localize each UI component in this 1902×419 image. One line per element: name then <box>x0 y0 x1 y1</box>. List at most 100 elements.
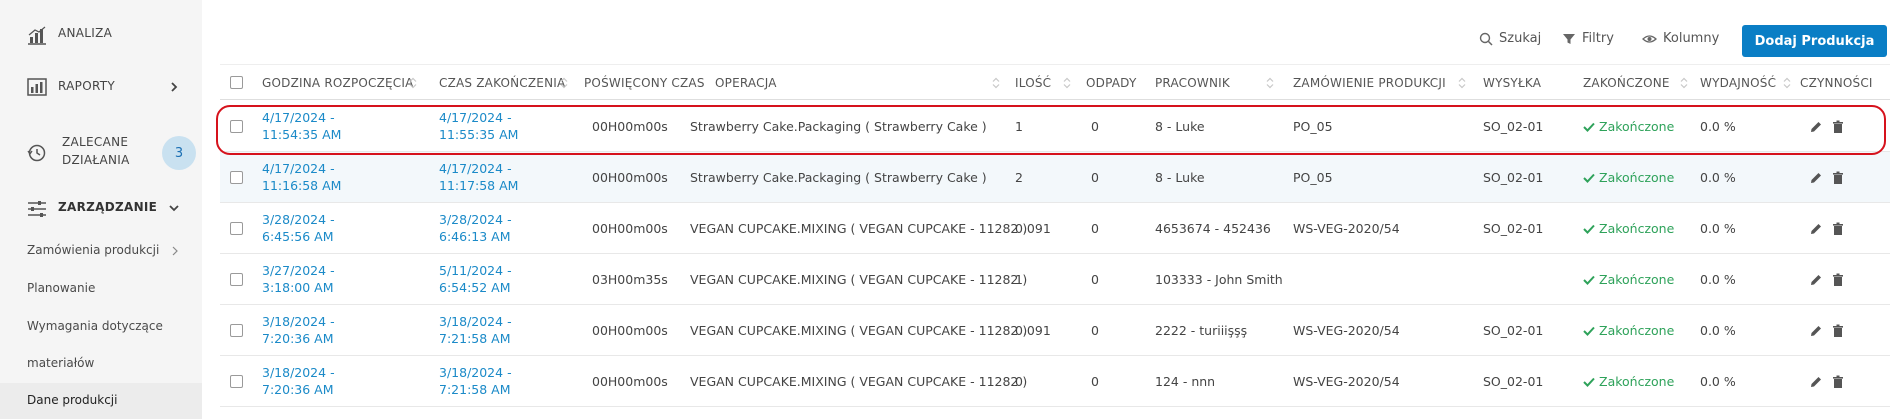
sort-icon[interactable] <box>992 77 1000 89</box>
edit-icon[interactable] <box>1809 375 1823 389</box>
row-checkbox[interactable] <box>230 120 243 133</box>
end-time[interactable]: 7:21:58 AM <box>439 330 511 347</box>
row-checkbox[interactable] <box>230 171 243 184</box>
sort-icon[interactable] <box>560 77 568 89</box>
sort-icon[interactable] <box>1783 77 1791 89</box>
sort-icon[interactable] <box>1266 77 1274 89</box>
start-time[interactable]: 11:54:35 AM <box>262 126 341 143</box>
columns-button[interactable]: Kolumny <box>1642 31 1719 46</box>
table-row[interactable]: 3/27/2024 - 3:18:00 AM 5/11/2024 - 6:54:… <box>220 254 1890 305</box>
nav-item-raporty[interactable]: RAPORTY <box>0 76 202 98</box>
edit-icon[interactable] <box>1809 222 1823 236</box>
table-row[interactable]: 3/18/2024 - 7:20:36 AM 3/18/2024 - 7:21:… <box>220 305 1890 356</box>
end-date[interactable]: 4/17/2024 - <box>439 109 512 126</box>
end-time[interactable]: 11:17:58 AM <box>439 177 518 194</box>
sub-item-materialow[interactable]: materiałów <box>27 356 94 370</box>
edit-icon[interactable] <box>1809 171 1823 185</box>
col-header-time[interactable]: POŚWIĘCONY CZAS <box>584 76 705 90</box>
nav-item-zalecane[interactable]: ZALECANE DZIAŁANIA 3 <box>0 132 202 172</box>
row-checkbox[interactable] <box>230 222 243 235</box>
select-all-checkbox[interactable] <box>230 76 243 89</box>
end-time[interactable]: 6:46:13 AM <box>439 228 511 245</box>
col-header-worker[interactable]: PRACOWNIK <box>1155 76 1230 90</box>
start-date[interactable]: 3/27/2024 - <box>262 262 335 279</box>
search-button[interactable]: Szukaj <box>1479 31 1541 46</box>
shipping: SO_02-01 <box>1483 119 1544 134</box>
start-date[interactable]: 3/28/2024 - <box>262 211 335 228</box>
delete-icon[interactable] <box>1831 324 1845 338</box>
table-row[interactable]: 4/17/2024 - 11:54:35 AM 4/17/2024 - 11:5… <box>220 101 1890 152</box>
sub-item-planowanie[interactable]: Planowanie <box>27 281 95 295</box>
col-header-efficiency[interactable]: WYDAJNOŚĆ <box>1700 76 1776 90</box>
search-icon <box>1479 32 1493 46</box>
end-date[interactable]: 5/11/2024 - <box>439 262 512 279</box>
col-header-end[interactable]: CZAS ZAKOŃCZENIA <box>439 76 565 90</box>
end-time[interactable]: 6:54:52 AM <box>439 279 511 296</box>
status-label: Zakończone <box>1599 323 1675 338</box>
delete-icon[interactable] <box>1831 120 1845 134</box>
status-label: Zakończone <box>1599 119 1675 134</box>
time-spent: 00H00m00s <box>592 119 668 134</box>
table-row[interactable]: 3/28/2024 - 6:45:56 AM 3/28/2024 - 6:46:… <box>220 203 1890 254</box>
notification-badge: 3 <box>162 136 196 170</box>
row-checkbox[interactable] <box>230 324 243 337</box>
sort-icon[interactable] <box>1458 77 1466 89</box>
start-time[interactable]: 11:16:58 AM <box>262 177 341 194</box>
start-date[interactable]: 4/17/2024 - <box>262 160 335 177</box>
operation: VEGAN CUPCAKE.MIXING ( VEGAN CUPCAKE - 1… <box>690 374 1028 389</box>
col-header-qty[interactable]: ILOŚĆ <box>1015 76 1051 90</box>
delete-icon[interactable] <box>1831 273 1845 287</box>
status-badge: Zakończone <box>1583 220 1674 237</box>
sort-icon[interactable] <box>409 77 417 89</box>
status-badge: Zakończone <box>1583 322 1674 339</box>
col-header-done[interactable]: ZAKOŃCZONE <box>1583 76 1670 90</box>
bar-chart-icon <box>28 26 46 45</box>
check-icon <box>1583 275 1595 285</box>
edit-icon[interactable] <box>1809 120 1823 134</box>
production-order: PO_05 <box>1293 119 1333 134</box>
sub-item-dane-produkcji[interactable]: Dane produkcji <box>27 393 117 407</box>
start-date[interactable]: 4/17/2024 - <box>262 109 335 126</box>
start-time[interactable]: 7:20:36 AM <box>262 330 334 347</box>
end-date[interactable]: 3/18/2024 - <box>439 364 512 381</box>
start-time[interactable]: 3:18:00 AM <box>262 279 334 296</box>
quantity: 1 <box>1015 119 1023 134</box>
sort-icon[interactable] <box>1063 77 1071 89</box>
shipping: SO_02-01 <box>1483 323 1544 338</box>
sub-item-zamowienia[interactable]: Zamówienia produkcji <box>27 243 159 257</box>
start-time[interactable]: 7:20:36 AM <box>262 381 334 398</box>
delete-icon[interactable] <box>1831 222 1845 236</box>
col-header-operation[interactable]: OPERACJA <box>715 76 777 90</box>
delete-icon[interactable] <box>1831 171 1845 185</box>
sort-icon[interactable] <box>1680 77 1688 89</box>
start-time[interactable]: 6:45:56 AM <box>262 228 334 245</box>
sub-item-wymagania[interactable]: Wymagania dotyczące <box>27 319 163 333</box>
efficiency: 0.0 % <box>1700 323 1736 338</box>
row-checkbox[interactable] <box>230 273 243 286</box>
col-header-waste[interactable]: ODPADY <box>1086 76 1136 90</box>
nav-item-zarzadzanie[interactable]: ZARZĄDZANIE <box>0 198 202 218</box>
end-date[interactable]: 3/18/2024 - <box>439 313 512 330</box>
table-row[interactable]: 3/18/2024 - 7:20:36 AM 3/18/2024 - 7:21:… <box>220 356 1890 407</box>
add-production-button[interactable]: Dodaj Produkcja <box>1742 25 1887 57</box>
row-checkbox[interactable] <box>230 375 243 388</box>
end-date[interactable]: 4/17/2024 - <box>439 160 512 177</box>
start-date[interactable]: 3/18/2024 - <box>262 364 335 381</box>
end-time[interactable]: 7:21:58 AM <box>439 381 511 398</box>
col-header-shipping[interactable]: WYSYŁKA <box>1483 76 1541 90</box>
delete-icon[interactable] <box>1831 375 1845 389</box>
start-date[interactable]: 3/18/2024 - <box>262 313 335 330</box>
chevron-right-icon <box>171 82 178 92</box>
end-date[interactable]: 3/28/2024 - <box>439 211 512 228</box>
nav-item-analiza[interactable]: ANALIZA <box>0 24 202 45</box>
filters-button[interactable]: Filtry <box>1562 31 1614 46</box>
columns-label: Kolumny <box>1663 31 1720 46</box>
table-row[interactable]: 4/17/2024 - 11:16:58 AM 4/17/2024 - 11:1… <box>220 152 1890 203</box>
end-time[interactable]: 11:55:35 AM <box>439 126 518 143</box>
edit-icon[interactable] <box>1809 324 1823 338</box>
col-header-order[interactable]: ZAMÓWIENIE PRODUKCJI <box>1293 76 1446 90</box>
nav-label-zalecane-2: DZIAŁANIA <box>62 153 130 167</box>
col-header-start[interactable]: GODZINA ROZPOCZĘCIA <box>262 76 414 90</box>
operation: VEGAN CUPCAKE.MIXING ( VEGAN CUPCAKE - 1… <box>690 221 1028 236</box>
edit-icon[interactable] <box>1809 273 1823 287</box>
